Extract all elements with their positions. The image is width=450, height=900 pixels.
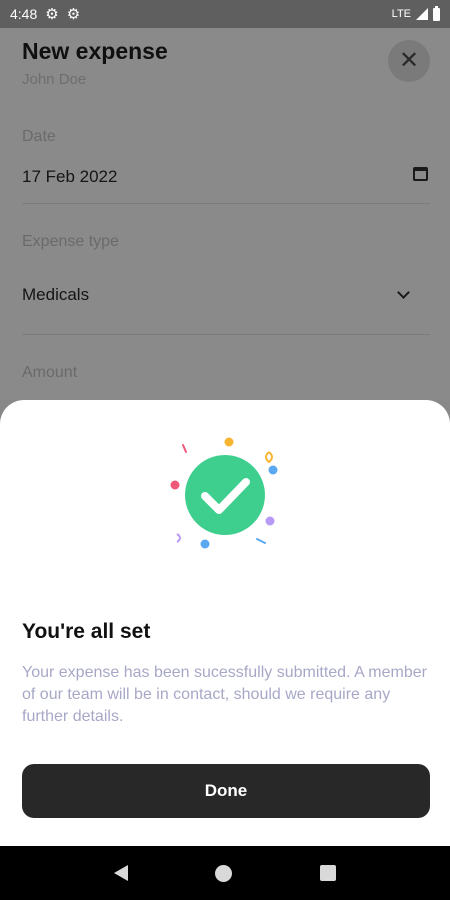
- chevron-down-icon[interactable]: [397, 286, 410, 299]
- home-icon[interactable]: [215, 864, 233, 882]
- settings-icon: ⚙: [66, 5, 81, 23]
- date-field[interactable]: 17 Feb 2022: [22, 167, 117, 187]
- expense-type-underline: [22, 334, 430, 335]
- success-bottom-sheet: You're all set Your expense has been suc…: [0, 400, 450, 846]
- status-time: 4:48: [10, 6, 38, 22]
- expense-type-select[interactable]: Medicals: [22, 285, 89, 305]
- network-type: LTE: [391, 8, 411, 20]
- navigation-bar: [0, 846, 450, 900]
- sheet-title: You're all set: [22, 620, 151, 643]
- page-subtitle: John Doe: [22, 71, 87, 88]
- date-label: Date: [22, 128, 56, 145]
- status-left: 4:48 ⚙ ⚙: [10, 6, 80, 22]
- date-underline: [22, 203, 430, 204]
- status-bar: 4:48 ⚙ ⚙ LTE: [0, 0, 450, 28]
- calendar-icon[interactable]: [413, 167, 428, 181]
- page-title: New expense: [22, 38, 168, 64]
- battery-icon: [433, 5, 440, 21]
- sheet-message: Your expense has been sucessfully submit…: [22, 664, 427, 725]
- back-icon[interactable]: [113, 865, 128, 881]
- success-check-icon: [170, 437, 278, 549]
- signal-icon: [416, 8, 428, 20]
- done-button[interactable]: Done: [22, 764, 430, 818]
- close-button[interactable]: ✕: [388, 40, 430, 82]
- amount-label: Amount: [22, 364, 78, 381]
- close-icon: ✕: [398, 47, 420, 74]
- expense-form: New expense John Doe ✕ Date 17 Feb 2022 …: [0, 28, 450, 400]
- settings-icon: ⚙: [45, 5, 59, 23]
- expense-type-label: Expense type: [22, 233, 119, 250]
- status-right: LTE: [391, 5, 440, 21]
- recent-apps-icon[interactable]: [320, 865, 337, 881]
